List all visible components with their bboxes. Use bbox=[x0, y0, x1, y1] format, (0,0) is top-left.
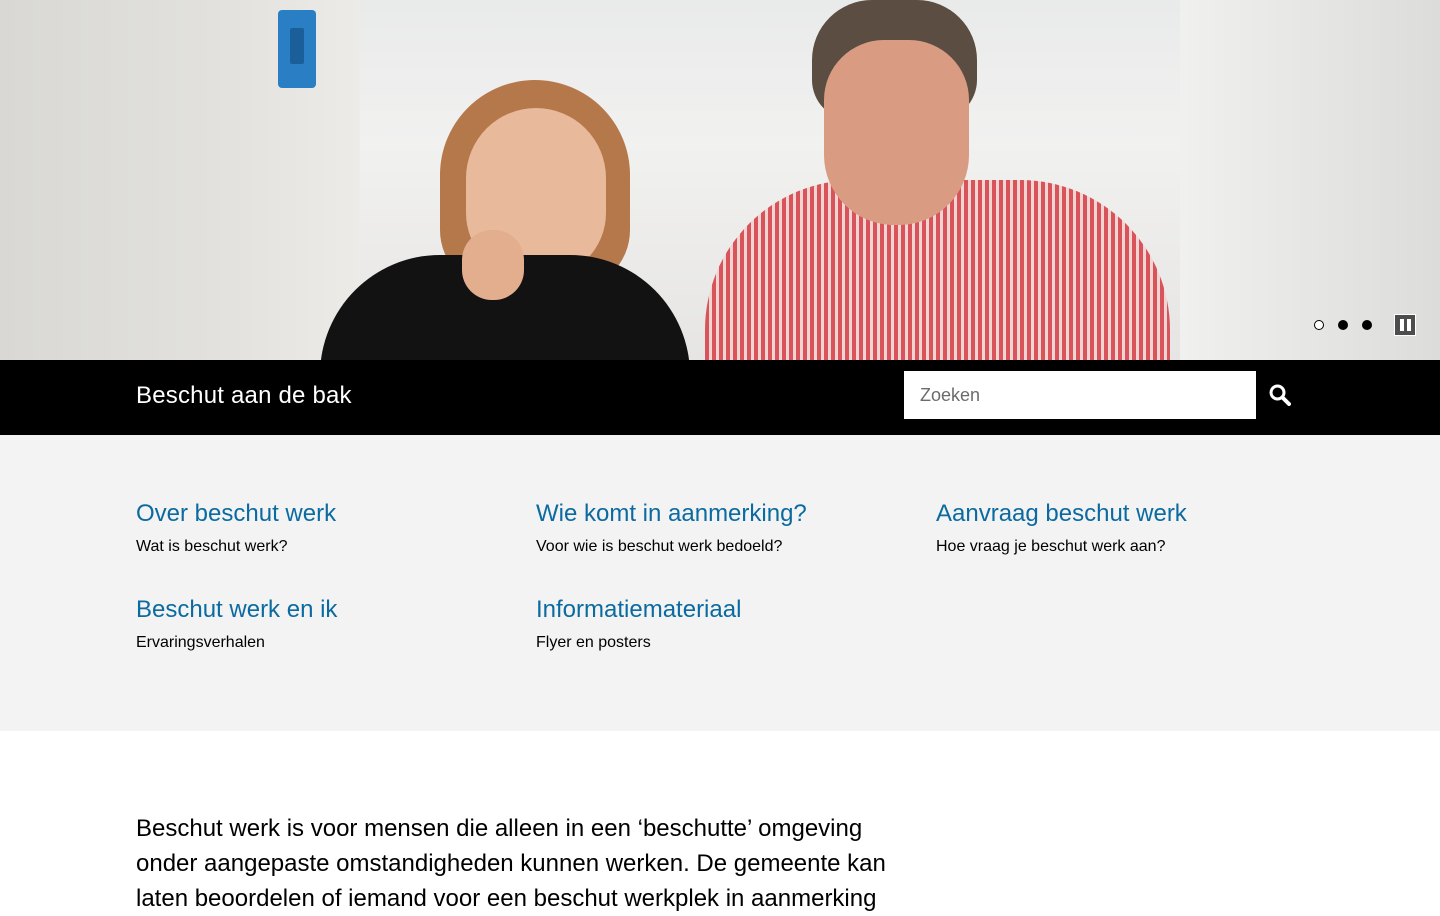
search-button[interactable] bbox=[1256, 371, 1304, 419]
nav-link-informatiemateriaal[interactable]: Informatiemateriaal bbox=[536, 595, 916, 625]
magnifier-icon bbox=[1269, 384, 1291, 406]
photo-person-woman-hand bbox=[462, 230, 524, 300]
wall-object bbox=[278, 10, 316, 88]
nav-item-aanvraag-beschut-werk: Aanvraag beschut werk Hoe vraag je besch… bbox=[936, 499, 1316, 557]
nav-sub-text: Wat is beschut werk? bbox=[136, 538, 288, 555]
nav-item-informatiemateriaal: Informatiemateriaal Flyer en posters bbox=[536, 595, 916, 653]
nav-link-over-beschut-werk[interactable]: Over beschut werk bbox=[136, 499, 516, 529]
nav-sub-text: Ervaringsverhalen bbox=[136, 634, 265, 651]
nav-item-beschut-werk-en-ik: Beschut werk en ik Ervaringsverhalen bbox=[136, 595, 516, 653]
photo-person-man-face bbox=[824, 40, 969, 225]
intro-text: Beschut werk is voor mensen die alleen i… bbox=[136, 815, 886, 912]
search-input[interactable] bbox=[904, 371, 1256, 419]
carousel-dot-3[interactable] bbox=[1362, 320, 1372, 330]
nav-link-beschut-werk-en-ik[interactable]: Beschut werk en ik bbox=[136, 595, 516, 625]
hero-background-right bbox=[1180, 0, 1440, 360]
pause-icon bbox=[1399, 319, 1404, 331]
nav-item-over-beschut-werk: Over beschut werk Wat is beschut werk? bbox=[136, 499, 516, 557]
hero-carousel bbox=[0, 0, 1440, 360]
nav-sub-text: Voor wie is beschut werk bedoeld? bbox=[536, 538, 783, 555]
pause-icon-bar bbox=[1406, 319, 1411, 331]
carousel-dot-2[interactable] bbox=[1338, 320, 1348, 330]
carousel-pause-button[interactable] bbox=[1394, 314, 1416, 336]
nav-link-aanvraag-beschut-werk[interactable]: Aanvraag beschut werk bbox=[936, 499, 1316, 529]
nav-link-wie-komt-in-aanmerking[interactable]: Wie komt in aanmerking? bbox=[536, 499, 916, 529]
intro-section: Beschut werk is voor mensen die alleen i… bbox=[0, 731, 1440, 912]
nav-sub-text: Flyer en posters bbox=[536, 634, 651, 651]
site-header: Beschut aan de bak bbox=[0, 360, 1440, 435]
nav-item-wie-komt-in-aanmerking: Wie komt in aanmerking? Voor wie is besc… bbox=[536, 499, 916, 557]
topic-navigation: Over beschut werk Wat is beschut werk? W… bbox=[0, 435, 1440, 731]
nav-sub-text: Hoe vraag je beschut werk aan? bbox=[936, 538, 1166, 555]
carousel-controls bbox=[1314, 314, 1416, 336]
carousel-dot-1[interactable] bbox=[1314, 320, 1324, 330]
site-title[interactable]: Beschut aan de bak bbox=[136, 382, 352, 410]
